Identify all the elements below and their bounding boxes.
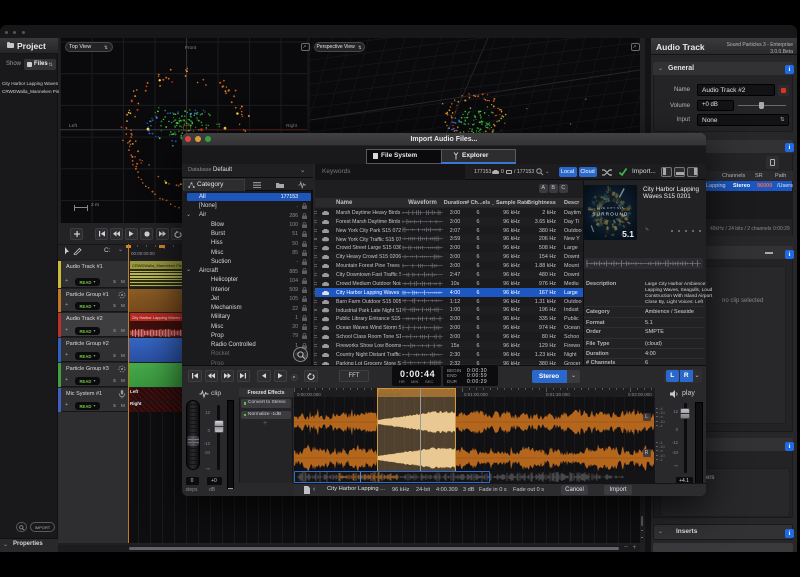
- svg-text:5.1: 5.1: [622, 229, 634, 239]
- svg-text:SURROUND: SURROUND: [592, 212, 628, 217]
- svg-text:LIVE CITY S15: LIVE CITY S15: [597, 206, 624, 210]
